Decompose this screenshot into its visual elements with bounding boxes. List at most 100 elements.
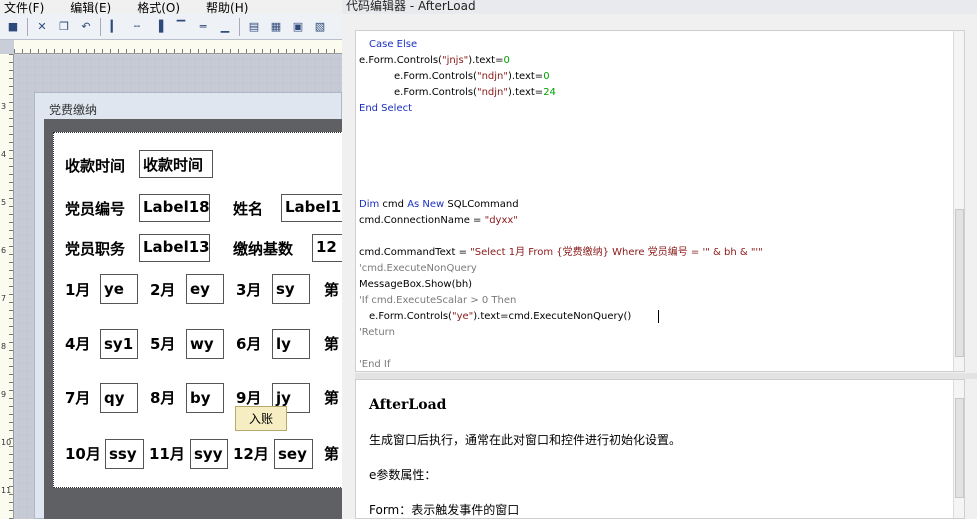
ruler-number: 8 <box>1 342 7 351</box>
field-month-2[interactable]: ey <box>186 274 224 304</box>
help-scrollbar-thumb[interactable] <box>955 398 964 498</box>
code-line: 'If cmd.ExecuteScalar > 0 Then <box>359 295 517 306</box>
help-params-heading: e参数属性： <box>369 468 437 482</box>
toolbar-separator <box>27 17 28 36</box>
field-month-8[interactable]: by <box>186 383 224 413</box>
label-month-12[interactable]: 12月 <box>233 443 269 464</box>
form-body[interactable]: 收款时间 收款时间 党员编号 Label18 姓名 Label1 党员职务 La… <box>44 119 342 519</box>
menu-bar: 文件(F) 编辑(E) 格式(O) 帮助(H) <box>0 0 342 15</box>
code-text-area[interactable]: Case Else e.Form.Controls("jnjs").text=0… <box>355 30 965 372</box>
help-form-param: Form：表示触发事件的窗口 <box>369 503 520 517</box>
label-cut[interactable]: 第 <box>324 333 339 354</box>
label-base[interactable]: 缴纳基数 <box>233 238 293 259</box>
align-right-icon[interactable]: ▐ <box>151 19 167 35</box>
code-scrollbar-thumb[interactable] <box>955 209 964 357</box>
align-bottom-icon[interactable]: ▁ <box>217 19 233 35</box>
field-month-10[interactable]: ssy <box>105 439 144 469</box>
ruler-number: 7 <box>1 294 7 303</box>
code-line: 'Return <box>359 327 395 338</box>
label-cut[interactable]: 第 <box>324 443 339 464</box>
horizontal-ruler <box>14 40 342 54</box>
field-time[interactable]: 收款时间 <box>139 150 213 178</box>
field-month-12[interactable]: sey <box>274 439 313 469</box>
toolbar-separator <box>100 17 101 36</box>
label-month-10[interactable]: 10月 <box>65 443 101 464</box>
help-description: 生成窗口后执行，通常在此对窗口和控件进行初始化设置。 <box>369 433 682 447</box>
field-month-6[interactable]: ly <box>272 329 310 359</box>
code-line: e.Form.Controls("ndjn").text=24 <box>394 87 556 98</box>
ruler-number: 4 <box>1 150 7 159</box>
form-panel[interactable]: 收款时间 收款时间 党员编号 Label18 姓名 Label1 党员职务 La… <box>53 132 342 488</box>
align-middle-icon[interactable]: ═ <box>195 19 211 35</box>
align-left-icon[interactable]: ▎ <box>107 19 123 35</box>
align-top-icon[interactable]: ▔ <box>173 19 189 35</box>
code-line: e.Form.Controls("ye").text=cmd.ExecuteNo… <box>369 311 632 322</box>
form-title: 党费缴纳 <box>49 103 98 117</box>
toolbar: ■ ✕ ❐ ↶ ▎ ╌ ▐ ▔ ═ ▁ ▤ ▦ ▣ ▧ <box>0 14 342 40</box>
code-line: Case Else <box>369 39 418 50</box>
copy-icon[interactable]: ❐ <box>56 19 72 35</box>
same-size-icon[interactable]: ▣ <box>290 19 306 35</box>
label-month-11[interactable]: 11月 <box>149 443 185 464</box>
field-month-11[interactable]: syy <box>190 439 228 469</box>
ruler-number: 5 <box>1 198 7 207</box>
code-line: cmd.CommandText = "Select 1月 From {党费缴纳}… <box>359 247 763 258</box>
label-cut[interactable]: 第 <box>324 387 339 408</box>
label-time[interactable]: 收款时间 <box>65 155 125 176</box>
ruler-number: 9 <box>1 390 7 399</box>
field-month-7[interactable]: qy <box>100 383 138 413</box>
label-month-5[interactable]: 5月 <box>150 333 175 354</box>
help-scrollbar[interactable] <box>953 380 964 518</box>
code-scrollbar[interactable] <box>953 31 964 371</box>
label-month-8[interactable]: 8月 <box>150 387 175 408</box>
paste-icon[interactable]: ↶ <box>78 19 94 35</box>
field-month-5[interactable]: wy <box>186 329 224 359</box>
post-button[interactable]: 入账 <box>235 406 287 431</box>
label-cut[interactable]: 第 <box>324 279 339 300</box>
code-line: cmd.ConnectionName = "dyxx" <box>359 215 518 226</box>
save-icon[interactable]: ■ <box>5 19 21 35</box>
label-month-3[interactable]: 3月 <box>236 279 261 300</box>
form-window[interactable]: 党费缴纳 收款时间 收款时间 党员编号 Label18 姓名 Label1 党员… <box>34 92 342 519</box>
code-line: Dim cmd As New SQLCommand <box>359 199 519 210</box>
same-width-icon[interactable]: ▤ <box>246 19 262 35</box>
label-name[interactable]: 姓名 <box>233 198 263 219</box>
field-month-1[interactable]: ye <box>100 274 138 304</box>
field-name[interactable]: Label1 <box>281 194 342 222</box>
code-line: 'End If <box>359 359 391 370</box>
help-title: AfterLoad <box>369 397 447 413</box>
vertical-ruler: 3 4 5 6 7 8 9 10 11 <box>0 54 14 519</box>
code-line: MessageBox.Show(bh) <box>359 279 473 290</box>
ruler-number: 10 <box>1 438 12 447</box>
editor-title-bar: 代码编辑器 - AfterLoad <box>342 0 977 14</box>
label-number[interactable]: 党员编号 <box>65 198 125 219</box>
field-month-4[interactable]: sy1 <box>100 329 138 359</box>
label-month-7[interactable]: 7月 <box>65 387 90 408</box>
field-month-3[interactable]: sy <box>272 274 310 304</box>
code-line: End Select <box>359 103 413 114</box>
help-pane: AfterLoad 生成窗口后执行，通常在此对窗口和控件进行初始化设置。 e参数… <box>355 379 965 519</box>
code-line: e.Form.Controls("ndjn").text=0 <box>394 71 550 82</box>
spacing-icon[interactable]: ▧ <box>312 19 328 35</box>
form-designer: 文件(F) 编辑(E) 格式(O) 帮助(H) ■ ✕ ❐ ↶ ▎ ╌ ▐ ▔ … <box>0 0 342 519</box>
label-month-6[interactable]: 6月 <box>236 333 261 354</box>
text-caret <box>658 310 659 323</box>
ruler-number: 3 <box>1 102 7 111</box>
ruler-number: 6 <box>1 246 7 255</box>
cut-icon[interactable]: ✕ <box>34 19 50 35</box>
label-duty[interactable]: 党员职务 <box>65 238 125 259</box>
code-line: e.Form.Controls("jnjs").text=0 <box>359 55 510 66</box>
label-month-1[interactable]: 1月 <box>65 279 90 300</box>
same-height-icon[interactable]: ▦ <box>268 19 284 35</box>
align-center-icon[interactable]: ╌ <box>129 19 145 35</box>
field-duty[interactable]: Label13 <box>139 234 210 262</box>
ruler-number: 11 <box>1 486 12 495</box>
field-number[interactable]: Label18 <box>139 194 210 222</box>
toolbar-separator <box>239 17 240 36</box>
label-month-4[interactable]: 4月 <box>65 333 90 354</box>
field-base[interactable]: 12 <box>312 234 342 262</box>
editor-title: 代码编辑器 - AfterLoad <box>346 0 476 13</box>
label-month-2[interactable]: 2月 <box>150 279 175 300</box>
code-line: 'cmd.ExecuteNonQuery <box>359 263 477 274</box>
label-month-9[interactable]: 9月 <box>236 387 261 408</box>
